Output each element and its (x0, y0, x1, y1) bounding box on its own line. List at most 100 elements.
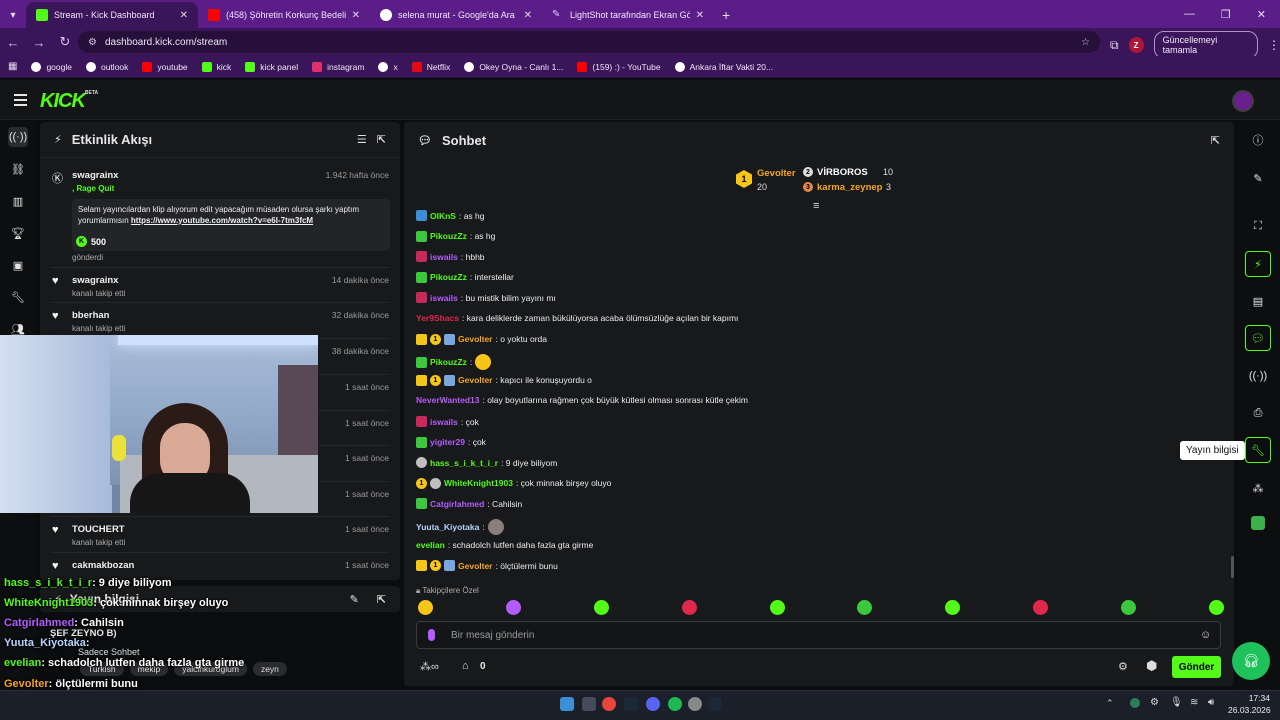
emote-button-icon[interactable] (945, 600, 961, 615)
chat-username[interactable]: Yuuta_Kiyotaka (416, 522, 479, 532)
emote-button-icon[interactable] (1208, 600, 1224, 615)
close-tab-icon[interactable]: ✕ (524, 10, 532, 21)
steam-tray-icon[interactable]: ⚙ (1150, 697, 1159, 708)
app-icon[interactable] (1245, 510, 1271, 536)
emote-button-icon[interactable] (505, 600, 521, 615)
chat-settings-gear-icon[interactable]: ⚙ (1118, 660, 1128, 673)
chat-username[interactable]: yigiter29 (430, 437, 465, 447)
bookmark-item[interactable]: (159) :) - YouTube (577, 61, 661, 72)
event-username[interactable]: bberhan (72, 310, 109, 321)
chat-username[interactable]: hass_s_i_k_t_i_r (430, 458, 498, 468)
store-icon[interactable]: ⌂ (462, 660, 469, 672)
extensions-puzzle-icon[interactable]: ⧉ (1110, 38, 1119, 53)
browser-menu-icon[interactable]: ⋮ (1268, 38, 1280, 52)
update-button[interactable]: Güncellemeyi tamamla (1153, 31, 1258, 59)
edit-pencil-icon[interactable]: ✎ (350, 593, 359, 606)
popout-icon[interactable]: ⇱ (377, 593, 386, 606)
bookmark-item[interactable]: youtube (142, 61, 188, 72)
emote-button-icon[interactable] (593, 600, 609, 615)
channel-points-icon[interactable]: ⁂∞ (420, 660, 439, 673)
new-tab-plus-icon[interactable]: + (714, 2, 738, 28)
emote-button-icon[interactable] (1121, 600, 1136, 615)
edit-pencil-icon[interactable]: ✎ (1245, 165, 1271, 191)
podium-user-2[interactable]: VİRBOROS (817, 167, 868, 178)
bookmark-item[interactable]: instagram (312, 61, 364, 72)
bookmark-item[interactable]: kick (201, 61, 231, 72)
close-window-icon[interactable]: ✕ (1257, 8, 1266, 21)
chat-username[interactable]: iswails (430, 293, 458, 303)
podium-user-1[interactable]: Gevolter (757, 168, 796, 179)
event-username[interactable]: swagrainx (72, 275, 118, 286)
chat-username[interactable]: Gevolter (458, 334, 493, 344)
close-tab-icon[interactable]: ✕ (180, 10, 188, 21)
chat-username[interactable]: NeverWanted13 (416, 395, 479, 405)
chat-users-icon[interactable]: ⬢ (1146, 658, 1157, 674)
broadcast-signal-icon[interactable]: ((·)) (1245, 363, 1271, 389)
maximize-icon[interactable]: ❐ (1221, 8, 1231, 21)
support-headset-icon[interactable]: 🎧︎ (1232, 642, 1270, 680)
emote-button-icon[interactable] (418, 600, 433, 615)
profile-avatar[interactable]: Z (1128, 37, 1144, 53)
bookmark-star-icon[interactable]: ☆ (1081, 37, 1090, 48)
chat-username[interactable]: Gevolter (458, 561, 493, 571)
spotify-icon[interactable] (668, 697, 682, 711)
collapse-podium-icon[interactable]: ≡ (813, 200, 819, 212)
windows-start-icon[interactable] (560, 697, 574, 711)
close-tab-icon[interactable]: ✕ (696, 10, 704, 21)
bookmark-item[interactable]: kick panel (245, 61, 298, 72)
bookmark-item[interactable]: Ankara İftar Vakti 20... (674, 61, 773, 72)
stream-tag[interactable]: zeyn (252, 662, 287, 676)
tray-app-icon[interactable] (1130, 698, 1140, 708)
wrench-icon[interactable]: 🔧︎ (8, 287, 28, 307)
chat-username[interactable]: Yer9Shacs (416, 313, 459, 323)
url-omnibox[interactable]: ⚙ dashboard.kick.com/stream ☆ (78, 31, 1100, 53)
chat-username[interactable]: Catgirlahmed (430, 499, 484, 509)
user-avatar[interactable] (1232, 90, 1254, 112)
steam-icon[interactable] (624, 697, 638, 711)
activity-lightning-icon[interactable]: ⚡ (1245, 251, 1271, 277)
chat-username[interactable]: iswails (430, 417, 458, 427)
screen-capture-icon[interactable]: ⛶ (1245, 213, 1271, 239)
popout-icon[interactable]: ⇱ (1211, 134, 1220, 147)
chat-username[interactable]: Gevolter (458, 375, 493, 385)
analytics-icon[interactable]: ▥ (8, 191, 28, 211)
chat-toggle-icon[interactable]: 💬︎ (1245, 325, 1271, 351)
chevron-up-icon[interactable]: ⌃ (1106, 698, 1114, 709)
chat-username[interactable]: PikouzZz (430, 272, 467, 282)
chat-username[interactable]: WhiteKnight1903 (444, 478, 513, 488)
event-username[interactable]: swagrainx (72, 170, 118, 181)
close-tab-icon[interactable]: ✕ (352, 10, 360, 21)
bookmark-item[interactable]: outlook (85, 61, 128, 72)
bookmark-item[interactable]: Netflix (411, 61, 450, 72)
podium-user-3[interactable]: karma_zeynep (817, 182, 882, 193)
apps-grid-icon[interactable]: ▦ (8, 61, 17, 72)
emote-button-icon[interactable] (1033, 600, 1049, 615)
group-icon[interactable]: ⁂ (1245, 475, 1271, 501)
hamburger-menu-icon[interactable] (14, 94, 27, 106)
reload-icon[interactable]: ↻ (52, 34, 78, 50)
broadcast-icon[interactable]: ((·)) (8, 127, 28, 147)
site-info-icon[interactable]: ⚙ (88, 37, 97, 48)
popout-icon[interactable]: ⇱ (377, 133, 386, 146)
send-button[interactable]: Gönder (1172, 656, 1221, 678)
microphone-tray-icon[interactable]: 🎙︎ (1170, 697, 1183, 708)
discord-icon[interactable] (646, 697, 660, 711)
back-arrow-icon[interactable]: ← (0, 35, 26, 50)
tab-search-icon[interactable]: ▾ (0, 2, 26, 28)
chrome-icon[interactable] (602, 697, 616, 711)
info-icon[interactable]: ⓘ (1245, 127, 1271, 153)
notes-icon[interactable]: ▤ (1245, 288, 1271, 314)
steam-icon[interactable] (708, 697, 722, 711)
taskbar-clock[interactable]: 17:34 26.03.2026 (1228, 692, 1271, 716)
link-icon[interactable]: ⛓ (8, 159, 28, 179)
kicks-message-link[interactable]: https://www.youtube.com/watch?v=e6I-7tm3… (131, 216, 313, 225)
chat-username[interactable]: evelian (416, 540, 445, 550)
printer-icon[interactable]: ⎙ (1245, 400, 1271, 426)
search-icon[interactable] (582, 697, 596, 711)
forward-arrow-icon[interactable]: → (26, 35, 52, 50)
kick-logo[interactable]: KICKBETA (40, 90, 98, 113)
chat-username[interactable]: PikouzZz (430, 231, 467, 241)
chat-message-input[interactable]: Bir mesaj gönderin (416, 621, 1221, 649)
emote-button-icon[interactable] (857, 600, 873, 615)
bookmark-item[interactable]: x (378, 61, 398, 72)
